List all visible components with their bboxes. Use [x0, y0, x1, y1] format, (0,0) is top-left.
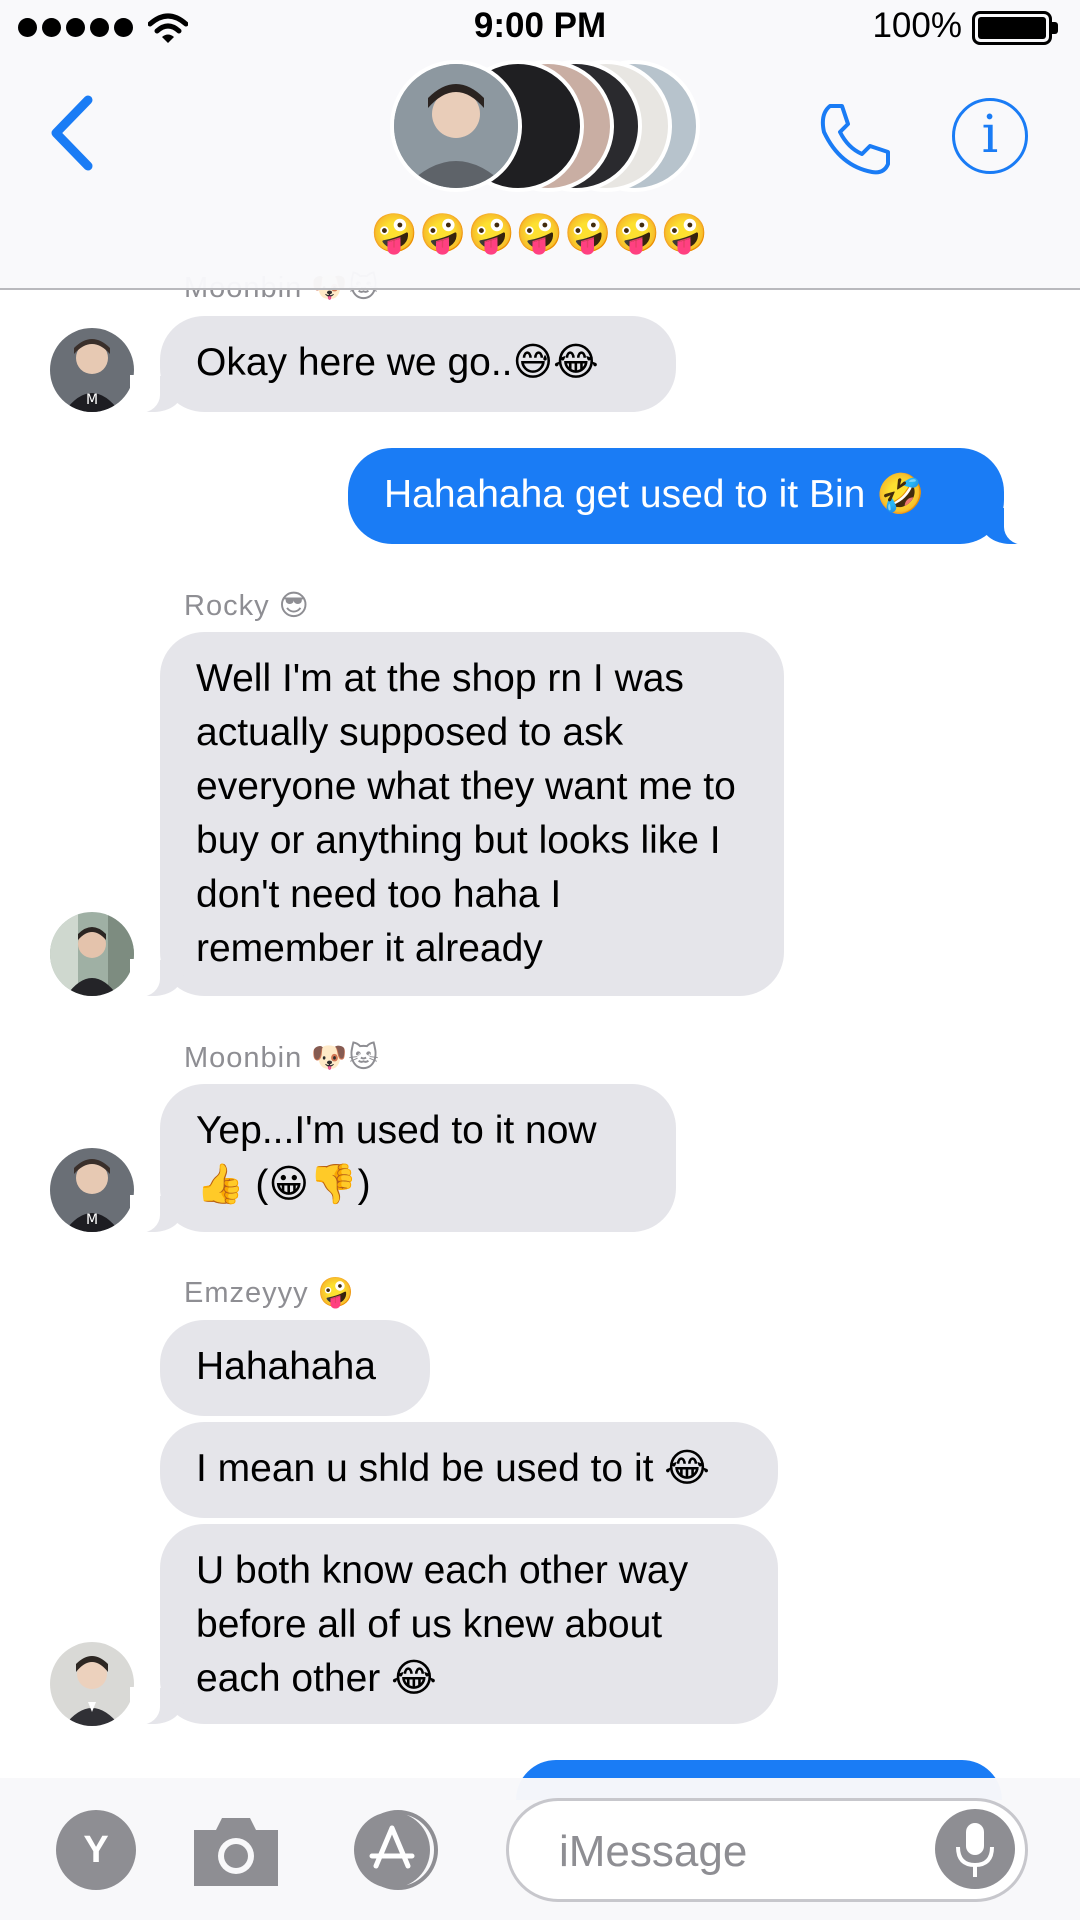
battery-percent: 100% — [872, 6, 962, 45]
app-drawer-button[interactable] — [346, 1810, 456, 1890]
message-text: Hahahaha get used to it Bin 🤣 — [384, 473, 925, 516]
message-text: Okay here we go..😅😂 — [196, 341, 599, 384]
message-text: U both know each other way before all of… — [196, 1549, 689, 1700]
call-button[interactable] — [810, 96, 898, 184]
input-placeholder: iMessage — [559, 1827, 748, 1876]
sender-name: Rocky 😎 — [184, 590, 310, 622]
status-bar: 9:00 PM 100% — [0, 0, 1080, 56]
app-store-icon — [354, 1810, 438, 1890]
info-icon: i — [981, 105, 999, 165]
sender-name: Moonbin 🐶🐱 — [184, 1042, 380, 1074]
imessage-input[interactable]: iMessage — [506, 1798, 1028, 1902]
message-bubble-incoming[interactable]: Okay here we go..😅😂 — [130, 316, 676, 413]
microphone-button[interactable] — [935, 1809, 1015, 1889]
avatar-moonbin[interactable]: M — [50, 1148, 134, 1232]
battery-tip — [1052, 22, 1058, 34]
phone-icon — [820, 104, 890, 175]
message-text: Well I'm at the shop rn I was actually s… — [196, 657, 736, 970]
message-bubble-incoming[interactable]: Yep...I'm used to it now 👍 (😀👎) — [130, 1084, 676, 1233]
group-member-avatar — [390, 60, 522, 192]
message-bubble-incoming[interactable]: Hahahaha — [160, 1320, 430, 1416]
message-text: Hahahaha — [196, 1345, 376, 1388]
message-text: I mean u shld be used to it 😂 — [196, 1447, 710, 1490]
message-bubble-incoming[interactable]: Well I'm at the shop rn I was actually s… — [130, 632, 784, 997]
message-text: Yep...I'm used to it now 👍 (😀👎) — [196, 1109, 597, 1206]
message-bubble-incoming[interactable]: U both know each other way before all of… — [130, 1524, 778, 1725]
group-name-emojis[interactable]: 🤪🤪🤪🤪🤪🤪🤪 — [0, 212, 1080, 256]
profile-initial: Y — [83, 1829, 109, 1871]
camera-button[interactable] — [190, 1812, 282, 1890]
sender-name: Emzeyyy 🤪 — [184, 1277, 355, 1309]
info-button[interactable]: i — [952, 98, 1028, 174]
compose-bar: Y iMessage — [0, 1778, 1080, 1920]
message-bubble-incoming[interactable]: I mean u shld be used to it 😂 — [160, 1422, 778, 1518]
svg-text:M: M — [86, 1212, 98, 1228]
back-button[interactable] — [38, 88, 108, 178]
camera-icon — [194, 1818, 278, 1886]
avatar-moonbin[interactable]: M — [50, 328, 134, 412]
message-bubble-outgoing[interactable]: Hahahaha get used to it Bin 🤣 — [348, 448, 1034, 545]
microphone-icon — [956, 1823, 994, 1877]
svg-text:M: M — [86, 392, 98, 408]
avatar-emzeyyy[interactable] — [50, 1642, 134, 1726]
avatar-rocky[interactable] — [50, 912, 134, 996]
chevron-left-icon — [51, 95, 93, 171]
group-avatar-stack[interactable] — [390, 60, 700, 192]
battery-icon — [972, 11, 1052, 45]
profile-button[interactable]: Y — [56, 1810, 136, 1890]
